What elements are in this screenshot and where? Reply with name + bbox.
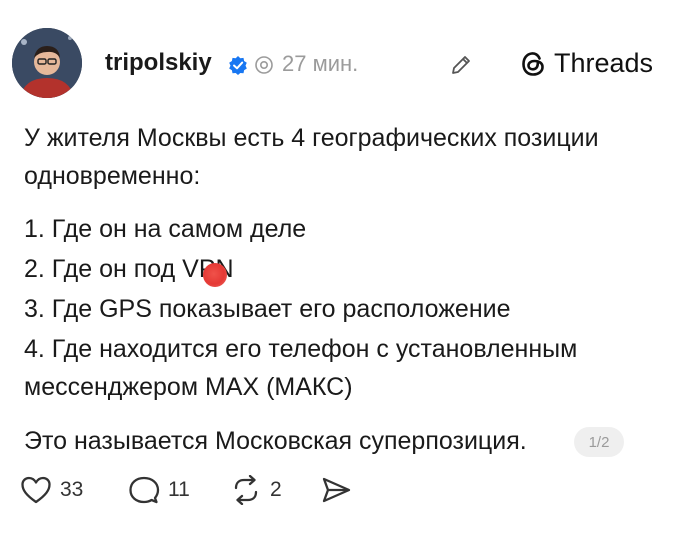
threads-brand[interactable]: Threads — [518, 48, 653, 79]
post-list-item: 2. Где он под VPN — [24, 255, 234, 283]
reply-button[interactable]: 11 — [128, 475, 190, 505]
threads-mini-icon — [254, 55, 274, 75]
threads-post: tripolskiy 27 мин. Threads У жителя Моск… — [0, 0, 700, 534]
post-list-item: 4. Где находится его телефон с установле… — [24, 335, 578, 363]
post-text-line: Это называется Московская суперпозиция. — [24, 427, 527, 455]
reply-count: 11 — [168, 478, 190, 501]
threads-logo-icon — [518, 49, 548, 79]
post-time: 27 мин. — [282, 51, 359, 76]
post-text-line: одновременно: — [24, 162, 201, 190]
post-list-item: 1. Где он на самом деле — [24, 215, 307, 243]
send-icon — [320, 475, 352, 505]
like-button[interactable]: 33 — [20, 475, 83, 505]
post-text-line: У жителя Москвы есть 4 географических по… — [24, 124, 599, 152]
post-list-item: мессенджером MAX (МАКС) — [24, 373, 353, 401]
repost-count: 2 — [270, 478, 282, 501]
username[interactable]: tripolskiy — [105, 49, 212, 77]
threads-label: Threads — [554, 48, 654, 78]
edit-pencil-icon[interactable] — [448, 52, 474, 78]
post-list-item: 3. Где GPS показывает его расположение — [24, 295, 511, 323]
heart-icon — [20, 475, 52, 505]
avatar[interactable] — [12, 28, 82, 98]
repost-icon — [230, 475, 262, 505]
page-indicator[interactable]: 1/2 — [574, 427, 624, 457]
repost-button[interactable]: 2 — [230, 475, 282, 505]
like-count: 33 — [60, 478, 84, 501]
share-button[interactable] — [320, 475, 352, 505]
comment-icon — [128, 475, 160, 505]
verified-badge-icon — [228, 55, 248, 75]
red-dot-marker — [203, 263, 227, 287]
